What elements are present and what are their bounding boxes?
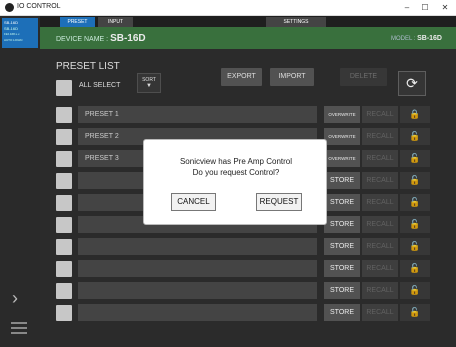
maximize-button[interactable]: ☐: [416, 2, 434, 14]
dialog-line-1: Sonicview has Pre Amp Control: [179, 157, 293, 166]
app-window: IO CONTROL – ☐ ✕ SB-16D SB-16D 192.168.x…: [0, 0, 456, 347]
close-button[interactable]: ✕: [436, 2, 454, 14]
control-request-dialog: Sonicview has Pre Amp Control Do you req…: [143, 139, 327, 225]
tab-input[interactable]: INPUT: [98, 17, 133, 27]
device-rail: SB-16D SB-16D 192.168.x.x AUTO LOGIN ›: [0, 16, 40, 347]
hamburger-menu-icon[interactable]: [11, 322, 27, 337]
title-bar: IO CONTROL – ☐ ✕: [0, 0, 456, 16]
window-title: IO CONTROL: [17, 3, 61, 10]
device-card[interactable]: SB-16D SB-16D 192.168.x.x AUTO LOGIN: [2, 18, 38, 48]
device-card-address: 192.168.x.x: [4, 32, 20, 36]
dialog-line-2: Do you request Control?: [192, 168, 280, 177]
request-button[interactable]: REQUEST: [256, 193, 302, 211]
app-logo-icon: [5, 3, 14, 12]
cancel-button[interactable]: CANCEL: [171, 193, 216, 211]
dialog-message: Sonicview has Pre Amp Control Do you req…: [144, 156, 328, 178]
device-card-model: SB-16D: [4, 26, 19, 31]
minimize-button[interactable]: –: [398, 2, 416, 14]
tab-settings[interactable]: SETTINGS: [266, 17, 326, 27]
tab-bar: PRESET INPUT SETTINGS: [40, 16, 456, 27]
expand-rail-icon[interactable]: ›: [12, 288, 18, 309]
device-card-name: SB-16D: [4, 20, 19, 25]
device-card-login: AUTO LOGIN: [4, 38, 23, 42]
tab-preset[interactable]: PRESET: [60, 17, 95, 27]
